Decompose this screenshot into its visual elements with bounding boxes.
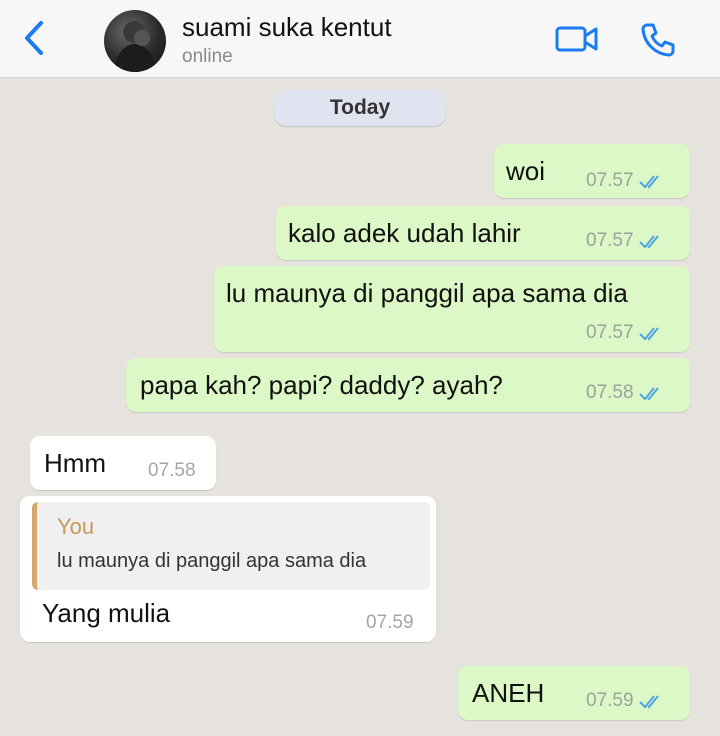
message-bubble-outgoing[interactable]: woi 07.57	[494, 144, 690, 198]
message-meta: 07.59	[586, 690, 666, 712]
message-bubble-outgoing[interactable]: kalo adek udah lahir 07.57	[276, 206, 690, 260]
message-time: 07.57	[586, 170, 634, 191]
message-text: papa kah? papi? daddy? ayah?	[140, 370, 503, 400]
voice-call-button[interactable]	[638, 20, 678, 60]
message-text: Yang mulia	[42, 598, 171, 628]
back-button[interactable]	[18, 18, 50, 58]
chat-header: suami suka kentut online	[0, 0, 720, 78]
double-check-icon	[638, 695, 659, 709]
message-time: 07.58	[586, 382, 634, 403]
message-text: Hmm	[44, 448, 107, 478]
message-text: woi	[506, 156, 546, 186]
message-meta: 07.57	[586, 230, 666, 252]
message-time: 07.57	[586, 322, 634, 343]
double-check-icon	[638, 387, 659, 401]
message-bubble-incoming[interactable]: Hmm 07.58	[30, 436, 216, 490]
message-text: ANEH	[472, 678, 545, 708]
chevron-left-icon	[25, 21, 43, 55]
message-meta: 07.57	[586, 322, 666, 344]
message-text: kalo adek udah lahir	[288, 218, 521, 248]
contact-status: online	[182, 46, 233, 67]
message-text: lu maunya di panggil apa sama dia	[226, 278, 628, 308]
message-meta: 07.58	[586, 382, 666, 404]
message-time: 07.59	[366, 612, 414, 633]
double-check-icon	[638, 327, 659, 341]
video-call-button[interactable]	[554, 22, 600, 56]
date-separator: Today	[274, 90, 446, 126]
message-meta: 07.58	[148, 460, 196, 482]
avatar[interactable]	[104, 10, 166, 72]
phone-icon	[641, 23, 675, 57]
message-time: 07.58	[148, 460, 196, 481]
message-meta: 07.57	[586, 170, 666, 192]
quoted-message[interactable]: You lu maunya di panggil apa sama dia	[32, 502, 430, 590]
contact-name[interactable]: suami suka kentut	[182, 12, 392, 43]
double-check-icon	[638, 235, 659, 249]
message-time: 07.57	[586, 230, 634, 251]
video-camera-icon	[555, 26, 598, 52]
double-check-icon	[638, 175, 659, 189]
quoted-text: lu maunya di panggil apa sama dia	[57, 550, 367, 572]
avatar-photo	[114, 21, 156, 72]
message-time: 07.59	[586, 690, 634, 711]
message-bubble-outgoing[interactable]: papa kah? papi? daddy? ayah? 07.58	[126, 358, 690, 412]
quoted-author: You	[57, 514, 95, 539]
message-bubble-outgoing[interactable]: lu maunya di panggil apa sama dia 07.57	[214, 266, 690, 352]
message-bubble-outgoing[interactable]: ANEH 07.59	[458, 666, 690, 720]
